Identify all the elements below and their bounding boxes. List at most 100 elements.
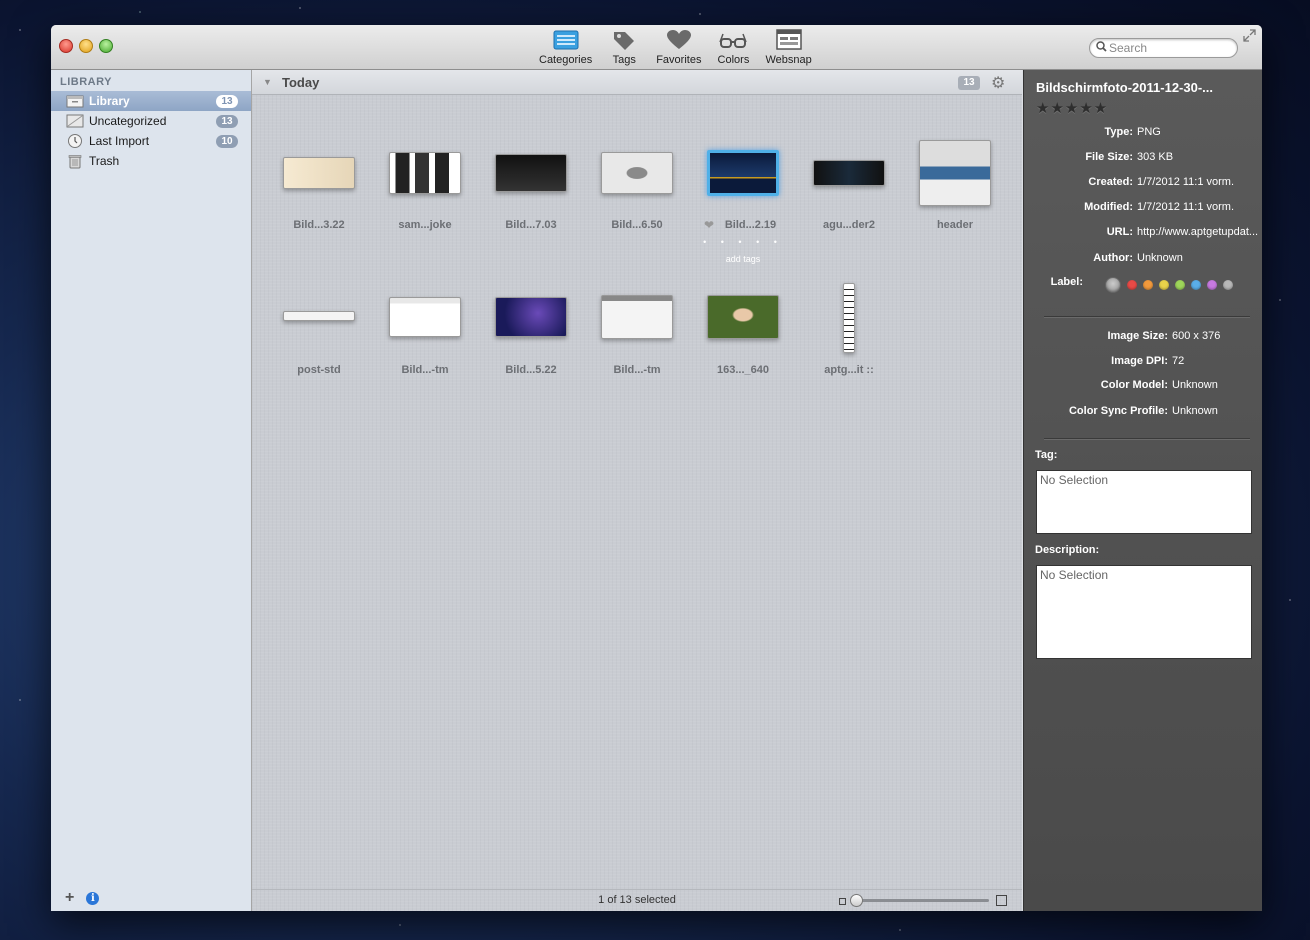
clock-icon <box>66 134 84 148</box>
description-field[interactable]: No Selection <box>1036 565 1252 659</box>
label-orange-button[interactable] <box>1143 280 1153 290</box>
websnap-icon <box>773 29 805 51</box>
thumbnail-item[interactable]: Bild...5.22 <box>481 265 581 385</box>
toolbar-categories-button[interactable]: Categories <box>539 29 592 66</box>
thumbnail-image <box>601 295 673 339</box>
group-count-badge: 13 <box>958 76 980 90</box>
thumbnail-image <box>389 152 461 194</box>
info-value: Unknown <box>1172 405 1218 417</box>
label-green-button[interactable] <box>1175 280 1185 290</box>
gear-icon[interactable]: ⚙ <box>991 73 1005 93</box>
info-row-author: Author: Unknown <box>1024 252 1262 268</box>
tags-icon <box>608 29 640 51</box>
add-category-button[interactable]: + <box>65 889 74 907</box>
sidebar-item-label: Trash <box>89 154 120 168</box>
small-thumbnail-icon[interactable] <box>839 898 846 905</box>
info-row-color-sync-profile: Color Sync Profile: Unknown <box>1024 405 1262 421</box>
thumbnail-label: 163..._640 <box>717 364 769 376</box>
info-row-image-dpi: Image DPI: 72 <box>1024 355 1262 371</box>
sidebar-item-last-import[interactable]: Last Import 10 <box>51 131 251 151</box>
thumbnail-item[interactable]: Bild...7.03 <box>481 120 581 240</box>
search-input[interactable]: Search <box>1089 38 1238 58</box>
url-value[interactable]: http://www.aptgetupdat... <box>1137 226 1259 238</box>
info-key: Image Size: <box>1107 330 1168 342</box>
divider <box>1044 438 1250 440</box>
thumbnail-image <box>283 311 355 321</box>
add-tags-link[interactable]: add tags <box>693 254 793 264</box>
sidebar-heading: LIBRARY <box>60 76 112 88</box>
thumbnail-item-selected[interactable]: ❤ Bild...2.19 • • • • • add tags <box>693 120 793 270</box>
rating-dots[interactable]: • • • • • <box>693 237 793 247</box>
tag-label: Tag: <box>1035 449 1058 461</box>
thumbnail-item[interactable]: agu...der2 <box>799 120 899 240</box>
info-value: 72 <box>1172 355 1185 367</box>
info-value: 1/7/2012 11:1 vorm. <box>1137 201 1235 213</box>
info-icon[interactable]: i <box>86 891 100 905</box>
zoom-slider-knob[interactable] <box>850 894 863 907</box>
info-value: 303 KB <box>1137 151 1174 163</box>
thumbnail-item[interactable]: 163..._640 <box>693 265 793 385</box>
info-row-file-size: File Size: 303 KB <box>1024 151 1262 167</box>
trash-icon <box>66 154 84 168</box>
disclosure-triangle-icon[interactable]: ▼ <box>263 77 272 87</box>
thumbnail-image <box>495 297 567 337</box>
count-badge: 10 <box>216 134 238 148</box>
thumbnail-label: header <box>936 219 974 231</box>
thumbnail-item[interactable]: header <box>905 120 1005 240</box>
minimize-window-button[interactable] <box>79 39 93 53</box>
image-grid: ▼ Today 13 ⚙ Bild...3.22 sam...joke Bild… <box>252 70 1022 911</box>
info-key: Type: <box>1104 126 1133 138</box>
thumbnail-label: Bild...2.19 <box>724 219 777 231</box>
thumbnail-item[interactable]: Bild...-tm <box>587 265 687 385</box>
toolbar-websnap-button[interactable]: Websnap <box>765 29 812 66</box>
info-key: Image DPI: <box>1111 355 1168 367</box>
group-header: ▼ Today 13 ⚙ <box>252 70 1022 95</box>
label-blue-button[interactable] <box>1191 280 1201 290</box>
toolbar-colors-button[interactable]: Colors <box>717 29 749 66</box>
toolbar: Categories Tags Favorites Colors Websnap… <box>51 25 1262 70</box>
toolbar-tags-label: Tags <box>612 54 636 66</box>
info-row-type: Type: PNG <box>1024 126 1262 142</box>
zoom-window-button[interactable] <box>99 39 113 53</box>
label-red-button[interactable] <box>1127 280 1137 290</box>
info-row-url: URL: http://www.aptgetupdat... <box>1024 226 1262 242</box>
info-row-image-size: Image Size: 600 x 376 <box>1024 330 1262 346</box>
toolbar-favorites-button[interactable]: Favorites <box>656 29 701 66</box>
thumbnail-image <box>601 152 673 194</box>
info-key: File Size: <box>1085 151 1133 163</box>
info-value: 1/7/2012 11:1 vorm. <box>1137 176 1235 188</box>
thumbnail-item[interactable]: sam...joke <box>375 120 475 240</box>
tag-field[interactable]: No Selection <box>1036 470 1252 534</box>
sidebar-item-uncategorized[interactable]: Uncategorized 13 <box>51 111 251 131</box>
toolbar-websnap-label: Websnap <box>765 54 812 66</box>
fullscreen-icon[interactable] <box>1243 29 1256 45</box>
thumbnail-item[interactable]: post-std <box>269 265 369 385</box>
info-key: Color Sync Profile: <box>1068 405 1168 417</box>
sidebar-item-label: Library <box>89 94 130 108</box>
sidebar-item-library[interactable]: Library 13 <box>51 91 251 111</box>
sidebar-item-label: Last Import <box>89 134 150 148</box>
star-rating[interactable]: ★★★★★ <box>1036 99 1108 117</box>
zoom-slider[interactable] <box>855 899 989 902</box>
thumbnail-label: agu...der2 <box>823 219 875 231</box>
info-value: 600 x 376 <box>1172 330 1221 342</box>
info-row-created: Created: 1/7/2012 11:1 vorm. <box>1024 176 1262 192</box>
info-key: Author: <box>1093 252 1133 264</box>
thumbnail-image <box>707 150 779 196</box>
thumbnail-label: Bild...7.03 <box>505 219 557 231</box>
sidebar-item-trash[interactable]: Trash <box>51 151 251 171</box>
thumbnail-item[interactable]: Bild...3.22 <box>269 120 369 240</box>
info-key: URL: <box>1106 226 1133 238</box>
label-purple-button[interactable] <box>1207 280 1217 290</box>
close-window-button[interactable] <box>59 39 73 53</box>
label-none-button[interactable] <box>1105 277 1121 293</box>
info-key: Modified: <box>1084 201 1133 213</box>
thumbnail-item[interactable]: Bild...-tm <box>375 265 475 385</box>
thumbnail-item[interactable]: Bild...6.50 <box>587 120 687 240</box>
label-gray-button[interactable] <box>1223 280 1233 290</box>
large-thumbnail-icon[interactable] <box>996 895 1007 906</box>
thumbnail-item[interactable]: aptg...it :: <box>799 265 899 385</box>
label-yellow-button[interactable] <box>1159 280 1169 290</box>
label-color-picker <box>1105 277 1233 293</box>
toolbar-tags-button[interactable]: Tags <box>608 29 640 66</box>
